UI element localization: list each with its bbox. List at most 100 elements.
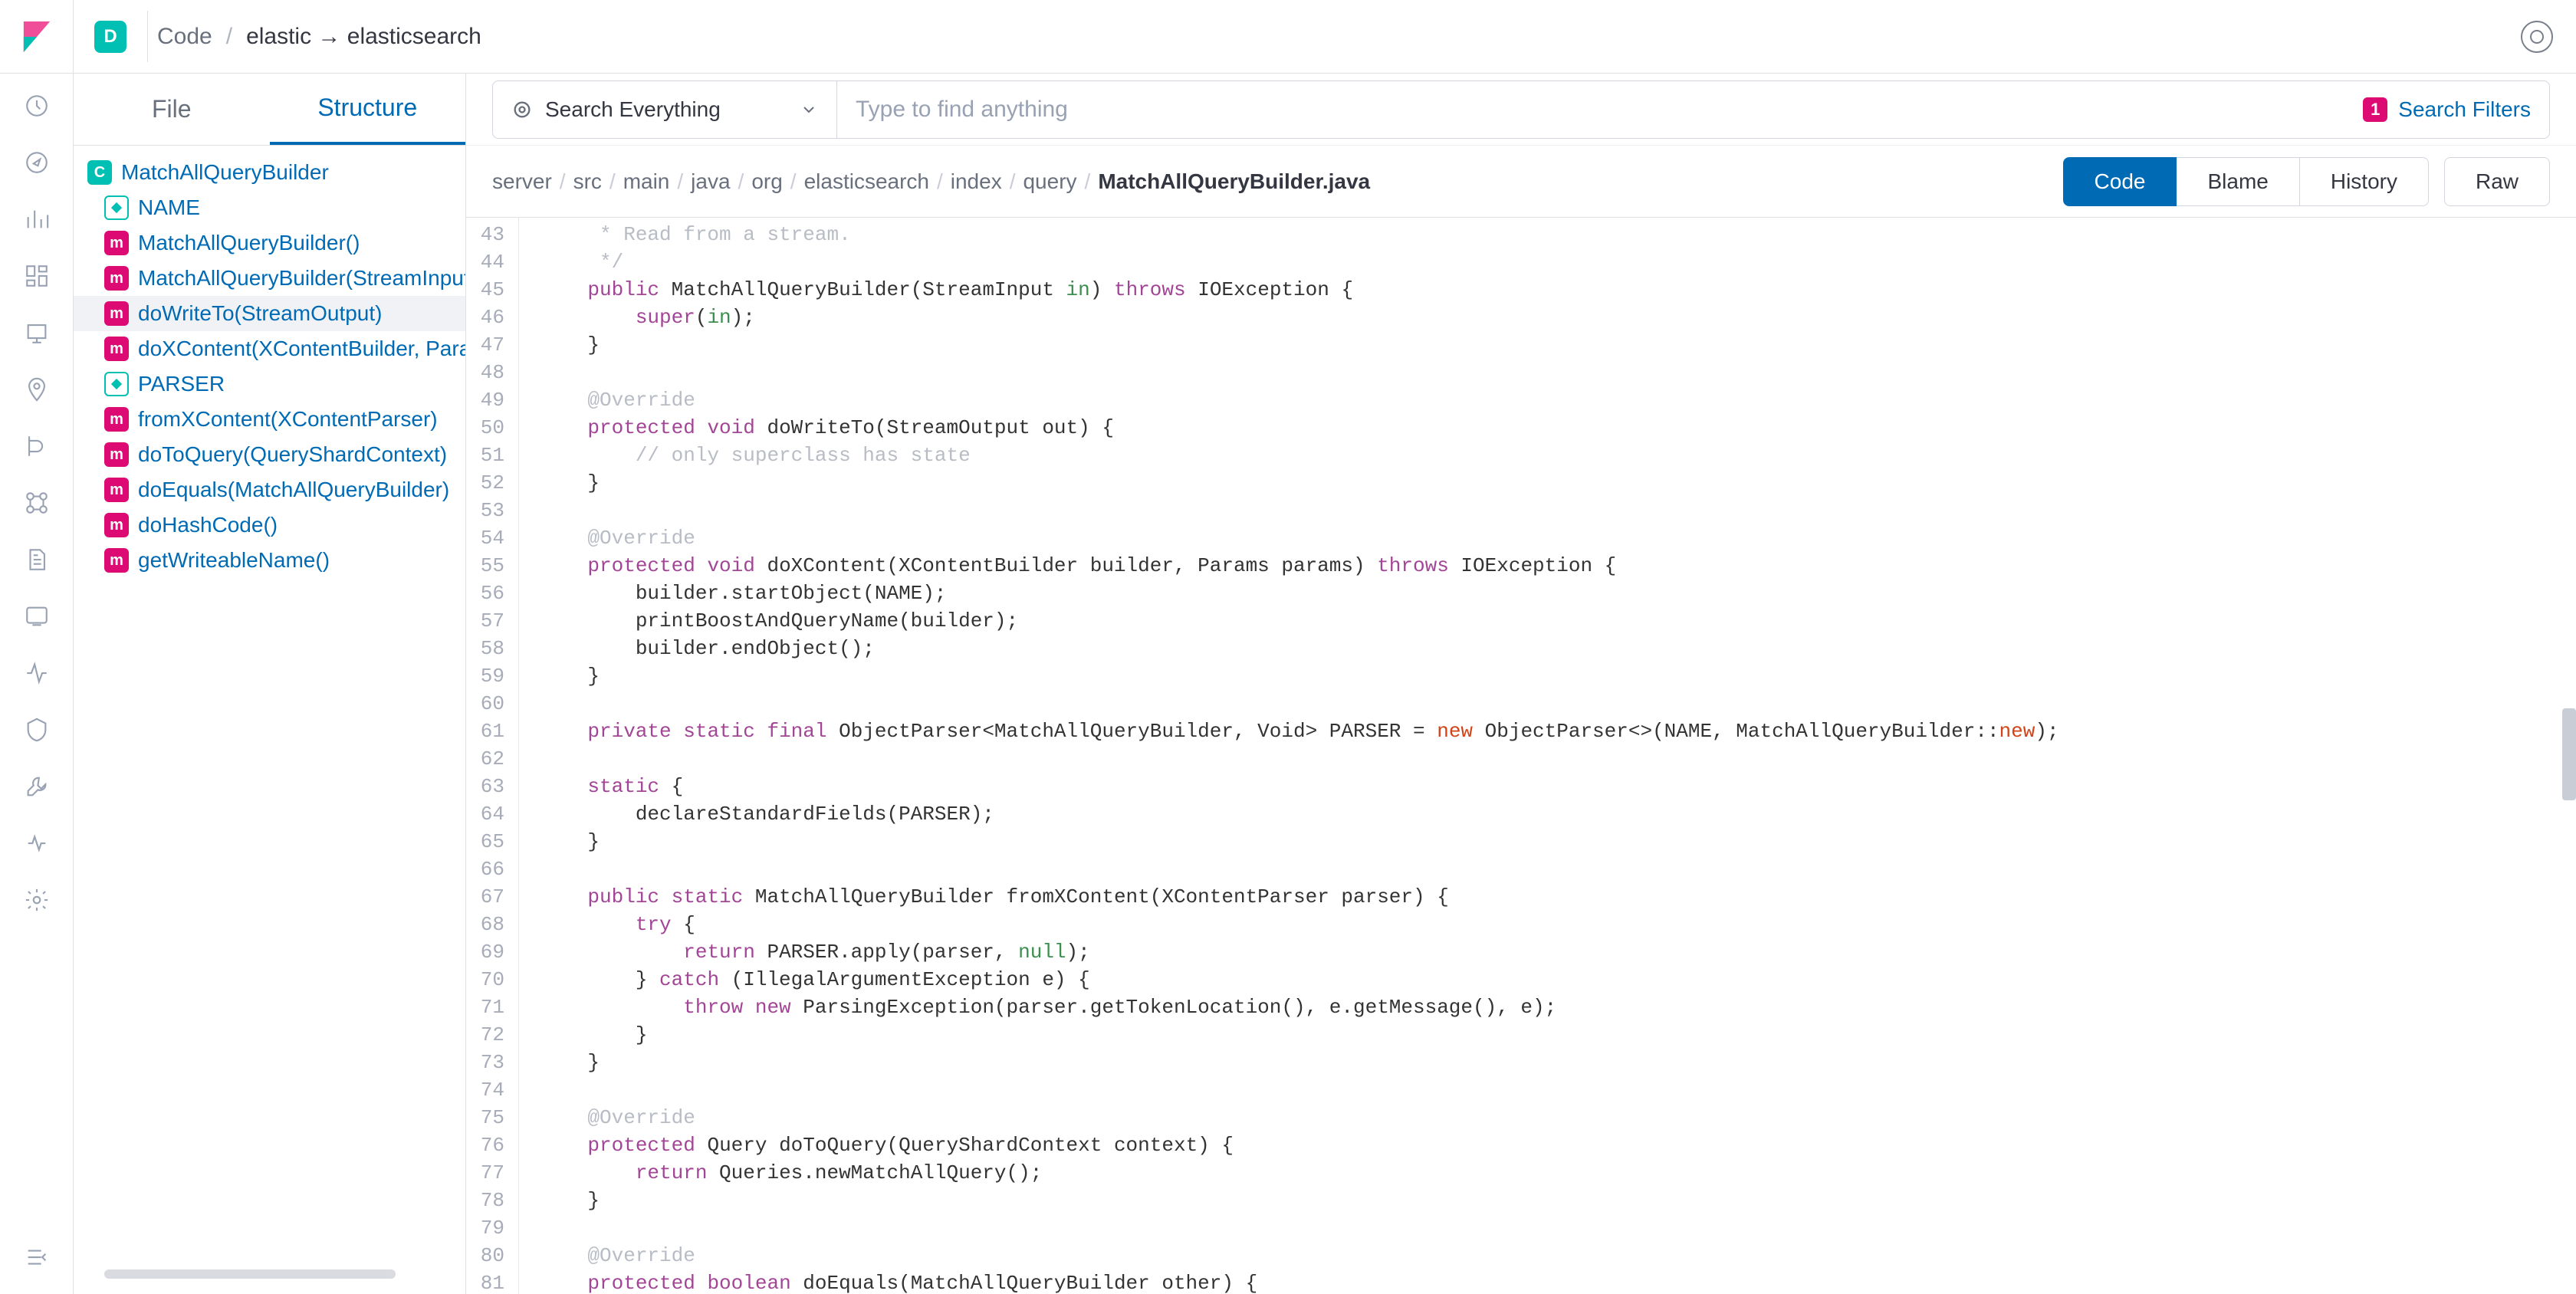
- code-button[interactable]: Code: [2063, 157, 2177, 206]
- recent-icon[interactable]: [23, 92, 51, 120]
- logs-icon[interactable]: [23, 546, 51, 573]
- path-segment[interactable]: main: [623, 169, 670, 194]
- path-file: MatchAllQueryBuilder.java: [1098, 169, 1370, 194]
- path-segment[interactable]: elasticsearch: [804, 169, 929, 194]
- visualize-icon[interactable]: [23, 205, 51, 233]
- code-line[interactable]: super(in);: [515, 304, 2576, 331]
- structure-item[interactable]: NAME: [74, 190, 465, 225]
- code-line[interactable]: printBoostAndQueryName(builder);: [515, 607, 2576, 635]
- code-line[interactable]: }: [515, 1049, 2576, 1076]
- code-line[interactable]: return PARSER.apply(parser, null);: [515, 938, 2576, 966]
- sidebar-hscroll[interactable]: [74, 1269, 465, 1279]
- structure-list: CMatchAllQueryBuilderNAMEmMatchAllQueryB…: [74, 146, 465, 1269]
- structure-item[interactable]: mdoHashCode(): [74, 507, 465, 543]
- code-line[interactable]: [515, 497, 2576, 524]
- code-line[interactable]: */: [515, 248, 2576, 276]
- canvas-icon[interactable]: [23, 319, 51, 346]
- code-body[interactable]: * Read from a stream. */ public MatchAll…: [515, 218, 2576, 1294]
- path-segment[interactable]: src: [573, 169, 602, 194]
- code-line[interactable]: }: [515, 662, 2576, 690]
- scrollbar-thumb[interactable]: [2562, 708, 2576, 800]
- code-line[interactable]: * Read from a stream.: [515, 221, 2576, 248]
- structure-item[interactable]: mdoEquals(MatchAllQueryBuilder): [74, 472, 465, 507]
- search-input[interactable]: [856, 97, 2363, 123]
- view-buttons: Code Blame History Raw: [2063, 157, 2550, 206]
- space-selector[interactable]: D: [74, 0, 147, 74]
- structure-item[interactable]: mMatchAllQueryBuilder(): [74, 225, 465, 261]
- path-segment[interactable]: query: [1023, 169, 1076, 194]
- siem-icon[interactable]: [23, 716, 51, 744]
- path-separator: /: [1085, 169, 1091, 194]
- code-line[interactable]: static {: [515, 773, 2576, 800]
- code-line[interactable]: @Override: [515, 1104, 2576, 1131]
- code-line[interactable]: [515, 690, 2576, 718]
- path-segment[interactable]: java: [691, 169, 730, 194]
- code-line[interactable]: }: [515, 469, 2576, 497]
- code-line[interactable]: @Override: [515, 524, 2576, 552]
- structure-item[interactable]: CMatchAllQueryBuilder: [74, 155, 465, 190]
- code-line[interactable]: }: [515, 828, 2576, 856]
- raw-button[interactable]: Raw: [2444, 157, 2550, 206]
- method-icon: m: [104, 407, 129, 432]
- code-line[interactable]: throw new ParsingException(parser.getTok…: [515, 993, 2576, 1021]
- structure-item[interactable]: PARSER: [74, 366, 465, 402]
- code-line[interactable]: public MatchAllQueryBuilder(StreamInput …: [515, 276, 2576, 304]
- structure-item[interactable]: mfromXContent(XContentParser): [74, 402, 465, 437]
- code-line[interactable]: [515, 856, 2576, 883]
- ml-icon[interactable]: [23, 432, 51, 460]
- code-line[interactable]: [515, 1076, 2576, 1104]
- code-line[interactable]: protected void doWriteTo(StreamOutput ou…: [515, 414, 2576, 442]
- path-segment[interactable]: index: [951, 169, 1002, 194]
- code-line[interactable]: }: [515, 1021, 2576, 1049]
- code-line[interactable]: try {: [515, 911, 2576, 938]
- method-icon: m: [104, 442, 129, 467]
- code-line[interactable]: return Queries.newMatchAllQuery();: [515, 1159, 2576, 1187]
- collapse-icon[interactable]: [23, 1243, 51, 1271]
- path-segment[interactable]: org: [751, 169, 782, 194]
- field-icon: [104, 195, 129, 220]
- code-line[interactable]: protected void doXContent(XContentBuilde…: [515, 552, 2576, 580]
- code-line[interactable]: [515, 359, 2576, 386]
- method-icon: m: [104, 231, 129, 255]
- search-filters-link[interactable]: Search Filters: [2398, 97, 2531, 122]
- tab-file[interactable]: File: [74, 74, 270, 145]
- kibana-logo-icon[interactable]: [0, 0, 74, 74]
- code-line[interactable]: }: [515, 331, 2576, 359]
- dev-tools-icon[interactable]: [23, 773, 51, 800]
- uptime-icon[interactable]: [23, 659, 51, 687]
- structure-item[interactable]: mdoXContent(XContentBuilder, Params): [74, 331, 465, 366]
- code-line[interactable]: builder.endObject();: [515, 635, 2576, 662]
- management-icon[interactable]: [23, 886, 51, 914]
- monitoring-icon[interactable]: [23, 829, 51, 857]
- code-line[interactable]: declareStandardFields(PARSER);: [515, 800, 2576, 828]
- code-line[interactable]: [515, 745, 2576, 773]
- structure-item[interactable]: mgetWriteableName(): [74, 543, 465, 578]
- search-scope-select[interactable]: Search Everything: [492, 80, 837, 139]
- history-button[interactable]: History: [2300, 157, 2429, 206]
- code-line[interactable]: builder.startObject(NAME);: [515, 580, 2576, 607]
- dashboard-icon[interactable]: [23, 262, 51, 290]
- code-line[interactable]: protected Query doToQuery(QueryShardCont…: [515, 1131, 2576, 1159]
- structure-item[interactable]: mdoWriteTo(StreamOutput): [74, 296, 465, 331]
- blame-button[interactable]: Blame: [2177, 157, 2299, 206]
- discover-icon[interactable]: [23, 149, 51, 176]
- structure-item[interactable]: mdoToQuery(QueryShardContext): [74, 437, 465, 472]
- apm-icon[interactable]: [23, 603, 51, 630]
- code-line[interactable]: [515, 1214, 2576, 1242]
- code-line[interactable]: @Override: [515, 386, 2576, 414]
- code-line[interactable]: }: [515, 1187, 2576, 1214]
- code-line[interactable]: public static MatchAllQueryBuilder fromX…: [515, 883, 2576, 911]
- path-separator: /: [560, 169, 566, 194]
- code-line[interactable]: private static final ObjectParser<MatchA…: [515, 718, 2576, 745]
- code-line[interactable]: } catch (IllegalArgumentException e) {: [515, 966, 2576, 993]
- news-icon[interactable]: [2521, 21, 2553, 53]
- code-line[interactable]: protected boolean doEquals(MatchAllQuery…: [515, 1269, 2576, 1294]
- breadcrumb-root[interactable]: Code: [157, 24, 212, 50]
- tab-structure[interactable]: Structure: [270, 74, 466, 145]
- code-line[interactable]: @Override: [515, 1242, 2576, 1269]
- maps-icon[interactable]: [23, 376, 51, 403]
- path-segment[interactable]: server: [492, 169, 552, 194]
- code-line[interactable]: // only superclass has state: [515, 442, 2576, 469]
- structure-item[interactable]: mMatchAllQueryBuilder(StreamInput): [74, 261, 465, 296]
- infrastructure-icon[interactable]: [23, 489, 51, 517]
